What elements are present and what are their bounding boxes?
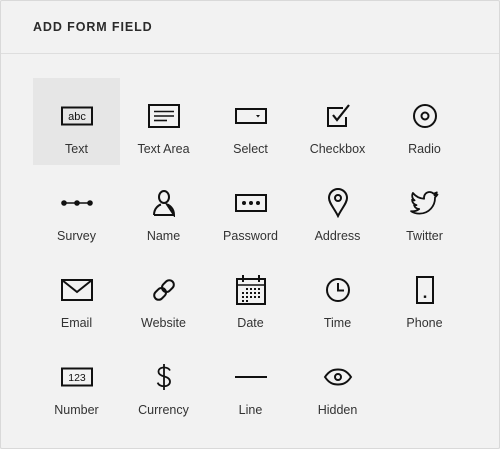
select-dropdown-icon [234, 101, 267, 131]
map-pin-icon [327, 188, 349, 218]
clock-icon [325, 275, 351, 305]
field-label: Email [60, 316, 93, 330]
field-tile-radio[interactable]: Radio [381, 78, 468, 165]
radio-button-icon [412, 101, 438, 131]
field-label: Date [237, 316, 264, 330]
field-label: Twitter [406, 229, 443, 243]
horizontal-line-icon [234, 362, 268, 392]
number-123-icon: 123 [60, 362, 93, 392]
field-tile-phone[interactable]: Phone [381, 252, 468, 339]
field-label: Password [223, 229, 278, 243]
field-tile-survey[interactable]: Survey [33, 165, 120, 252]
field-label: Website [141, 316, 186, 330]
field-label: Currency [138, 403, 189, 417]
survey-scale-icon [60, 188, 94, 218]
eye-icon [323, 362, 353, 392]
phone-icon [415, 275, 434, 305]
link-chain-icon [150, 275, 178, 305]
field-tile-select[interactable]: Select [207, 78, 294, 165]
envelope-icon [60, 275, 93, 305]
twitter-bird-icon [409, 188, 440, 218]
text-field-icon: abc [60, 101, 93, 131]
panel-header: ADD FORM FIELD [1, 1, 499, 54]
field-type-grid: abc Text Text Area Select Checkbox Radio… [33, 78, 468, 426]
field-label: Time [323, 316, 352, 330]
field-label: Select [233, 142, 268, 156]
field-tile-currency[interactable]: Currency [120, 339, 207, 426]
field-label: Text [65, 142, 88, 156]
field-tile-address[interactable]: Address [294, 165, 381, 252]
field-label: Name [146, 229, 181, 243]
field-label: Line [238, 403, 263, 417]
checkbox-icon [325, 101, 351, 131]
field-label: Checkbox [309, 142, 366, 156]
field-tile-website[interactable]: Website [120, 252, 207, 339]
field-label: Text Area [137, 142, 190, 156]
field-tile-hidden[interactable]: Hidden [294, 339, 381, 426]
calendar-icon [235, 275, 266, 305]
field-tile-text[interactable]: abc Text [33, 78, 120, 165]
field-tile-text-area[interactable]: Text Area [120, 78, 207, 165]
textarea-icon [147, 101, 180, 131]
field-tile-twitter[interactable]: Twitter [381, 165, 468, 252]
svg-text:abc: abc [68, 111, 86, 123]
field-tile-email[interactable]: Email [33, 252, 120, 339]
panel-title: ADD FORM FIELD [33, 20, 153, 34]
password-dots-icon [234, 188, 267, 218]
add-form-field-panel: ADD FORM FIELD abc Text Text Area Select… [0, 0, 500, 449]
field-tile-number[interactable]: 123 Number [33, 339, 120, 426]
field-label: Survey [57, 229, 96, 243]
svg-text:123: 123 [68, 372, 86, 384]
field-tile-name[interactable]: Name [120, 165, 207, 252]
field-label: Number [54, 403, 99, 417]
dollar-sign-icon [155, 362, 173, 392]
field-label: Hidden [317, 403, 358, 417]
field-tile-time[interactable]: Time [294, 252, 381, 339]
field-tile-line[interactable]: Line [207, 339, 294, 426]
field-label: Phone [406, 316, 443, 330]
field-label: Address [314, 229, 361, 243]
field-tile-password[interactable]: Password [207, 165, 294, 252]
field-label: Radio [408, 142, 441, 156]
person-icon [151, 188, 177, 218]
field-tile-checkbox[interactable]: Checkbox [294, 78, 381, 165]
field-tile-date[interactable]: Date [207, 252, 294, 339]
